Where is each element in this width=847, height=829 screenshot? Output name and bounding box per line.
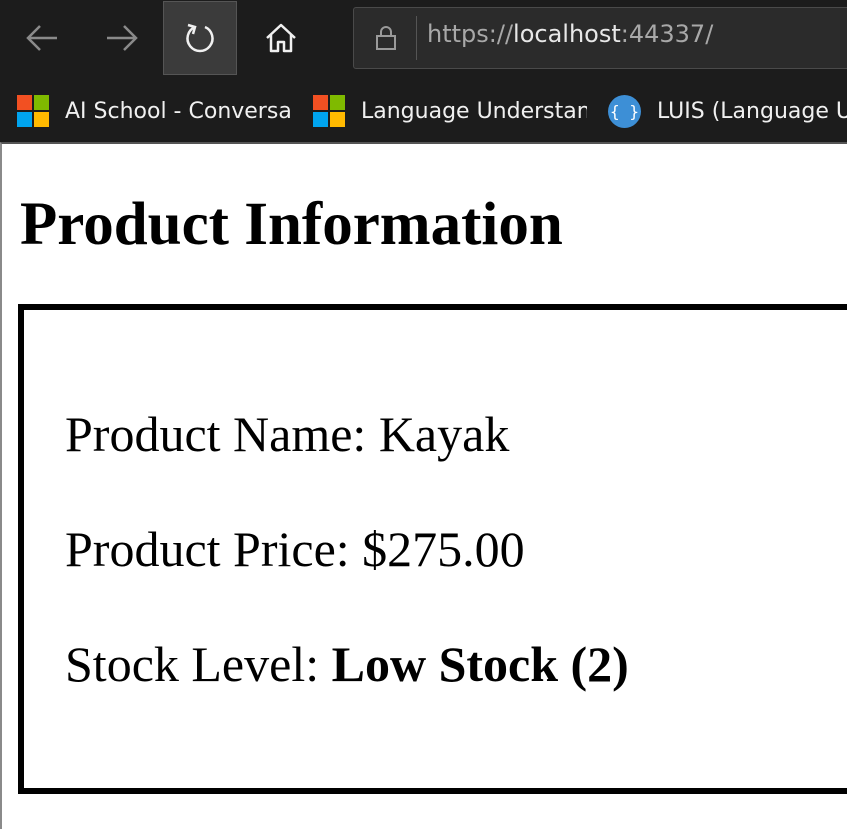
bookmark-ai-school[interactable]: AI School - Conversat: [17, 80, 290, 142]
product-price-label: Product Price:: [65, 521, 363, 577]
url-host: localhost: [513, 20, 621, 48]
bookmarks-bar: AI School - Conversat Language Understan…: [0, 80, 847, 142]
url-port-path: :44337/: [620, 20, 714, 48]
bookmark-luis[interactable]: { } LUIS (Language Un: [608, 80, 847, 142]
json-braces-icon: { }: [608, 94, 641, 128]
product-name-value: Kayak: [378, 406, 510, 462]
bookmark-label: Language Understanc: [361, 98, 587, 124]
refresh-icon: [186, 23, 214, 53]
browser-toolbar: https://localhost:44337/: [0, 0, 847, 80]
forward-button[interactable]: [84, 0, 160, 76]
forward-arrow-icon: [107, 25, 138, 51]
microsoft-logo-icon: [313, 95, 345, 127]
url-scheme: https://: [427, 20, 514, 48]
bookmark-label: AI School - Conversat: [65, 98, 290, 124]
back-button[interactable]: [4, 0, 80, 76]
back-arrow-icon: [26, 25, 57, 51]
address-bar[interactable]: https://localhost:44337/: [353, 7, 847, 69]
page-viewport: Product Information Product Name: Kayak …: [0, 142, 847, 829]
url-text[interactable]: https://localhost:44337/: [427, 20, 713, 48]
home-icon: [266, 23, 296, 53]
stock-level-label: Stock Level:: [65, 636, 332, 692]
page-title: Product Information: [20, 191, 563, 258]
bookmark-language-understanding[interactable]: Language Understanc: [313, 80, 587, 142]
lock-icon[interactable]: [371, 23, 401, 53]
home-button[interactable]: [243, 0, 319, 76]
address-divider: [416, 16, 417, 60]
bookmark-label: LUIS (Language Un: [657, 98, 847, 124]
stock-level-value: Low Stock (2): [331, 636, 629, 692]
microsoft-logo-icon: [17, 95, 49, 127]
stock-level-line: Stock Level: Low Stock (2): [65, 635, 629, 693]
product-info-box: Product Name: Kayak Product Price: $275.…: [18, 304, 847, 794]
product-name-line: Product Name: Kayak: [65, 405, 509, 463]
product-name-label: Product Name:: [65, 406, 379, 462]
product-price-line: Product Price: $275.00: [65, 520, 525, 578]
product-price-value: $275.00: [362, 521, 525, 577]
refresh-button[interactable]: [163, 1, 237, 75]
